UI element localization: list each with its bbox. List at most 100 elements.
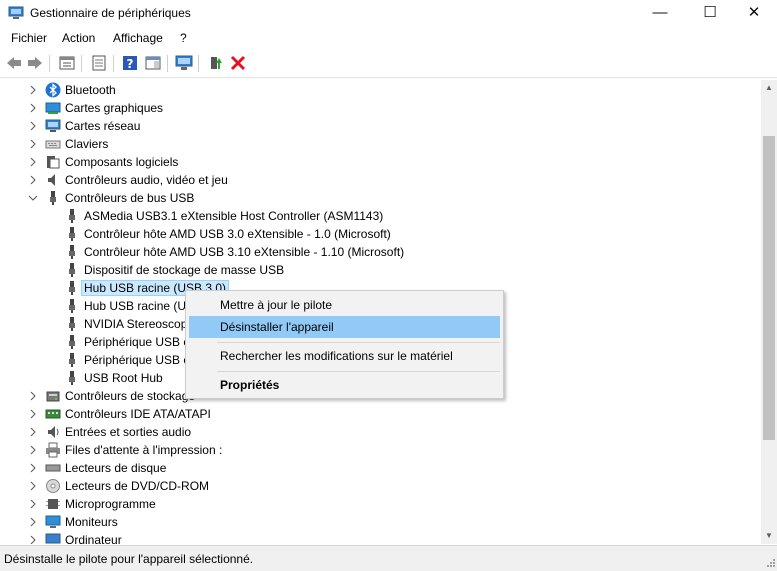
device-label: Contrôleurs audio, vidéo et jeu <box>65 173 228 187</box>
chevron-right-icon[interactable] <box>28 157 38 167</box>
chevron-right-icon[interactable] <box>28 139 38 149</box>
minimize-button[interactable]: — <box>637 0 683 27</box>
device-label: Claviers <box>65 137 109 151</box>
device-category[interactable]: Composants logiciels <box>1 153 761 171</box>
device-label: Composants logiciels <box>65 155 179 169</box>
usb-icon <box>64 226 80 242</box>
status-bar: Désinstalle le pilote pour l'appareil sé… <box>0 545 777 571</box>
speaker-icon <box>45 424 61 440</box>
vertical-scrollbar[interactable]: ▲ ▼ <box>761 80 777 544</box>
device-category[interactable]: Bluetooth <box>1 81 761 99</box>
device-item[interactable]: Dispositif de stockage de masse USB <box>1 261 761 279</box>
device-label: Entrées et sorties audio <box>65 425 192 439</box>
menu-affichage[interactable]: Affichage <box>113 31 163 45</box>
chevron-right-icon[interactable] <box>28 535 38 544</box>
printer-icon <box>45 442 61 458</box>
device-category[interactable]: Lecteurs de DVD/CD-ROM <box>1 477 761 495</box>
device-category[interactable]: Microprogramme <box>1 495 761 513</box>
usb-icon <box>64 280 80 296</box>
network-adapter-icon <box>45 118 61 134</box>
chevron-right-icon[interactable] <box>28 391 38 401</box>
resize-grip-icon[interactable] <box>765 559 775 569</box>
context-menu: Mettre à jour le pilote Désinstaller l'a… <box>185 290 504 399</box>
chevron-right-icon[interactable] <box>28 85 38 95</box>
device-category[interactable]: Entrées et sorties audio <box>1 423 761 441</box>
chevron-right-icon[interactable] <box>28 499 38 509</box>
context-item-scan-hardware[interactable]: Rechercher les modifications sur le maté… <box>189 345 500 367</box>
context-item-uninstall-device[interactable]: Désinstaller l'appareil <box>189 316 500 338</box>
device-manager-icon <box>8 6 24 19</box>
device-label: Hub USB racine (US <box>84 299 195 313</box>
context-item-properties[interactable]: Propriétés <box>189 374 500 396</box>
scan-hardware-icon[interactable] <box>175 54 193 72</box>
device-category[interactable]: Ordinateur <box>1 531 761 544</box>
device-category[interactable]: Cartes réseau <box>1 117 761 135</box>
usb-icon <box>64 244 80 260</box>
view-icon[interactable] <box>90 54 108 72</box>
device-label: Microprogramme <box>65 497 156 511</box>
back-icon[interactable] <box>5 54 23 72</box>
chevron-right-icon[interactable] <box>28 463 38 473</box>
device-label: USB Root Hub <box>84 371 163 385</box>
chevron-right-icon[interactable] <box>28 427 38 437</box>
device-category[interactable]: Moniteurs <box>1 513 761 531</box>
toolbar-separator <box>81 55 82 72</box>
chevron-right-icon[interactable] <box>28 121 38 131</box>
toolbar: ? <box>0 50 777 78</box>
scroll-up-arrow-icon[interactable]: ▲ <box>761 80 777 96</box>
device-label: Contrôleurs de bus USB <box>65 191 195 205</box>
help-icon[interactable]: ? <box>121 54 139 72</box>
device-label: Contrôleurs de stockage <box>65 389 196 403</box>
menu-help[interactable]: ? <box>180 31 187 45</box>
device-label: Files d'attente à l'impression : <box>65 443 223 457</box>
device-label: Ordinateur <box>65 533 122 544</box>
chevron-right-icon[interactable] <box>28 103 38 113</box>
forward-icon[interactable] <box>26 54 44 72</box>
maximize-button[interactable]: ☐ <box>687 0 733 27</box>
context-item-update-driver[interactable]: Mettre à jour le pilote <box>189 294 500 316</box>
usb-icon <box>64 316 80 332</box>
device-category[interactable]: Contrôleurs de bus USB <box>1 189 761 207</box>
device-category[interactable]: Cartes graphiques <box>1 99 761 117</box>
update-driver-icon[interactable] <box>206 54 224 72</box>
chevron-right-icon[interactable] <box>28 175 38 185</box>
bluetooth-icon <box>45 82 61 98</box>
chevron-right-icon[interactable] <box>28 445 38 455</box>
context-item-label: Mettre à jour le pilote <box>220 298 333 312</box>
menu-fichier[interactable]: Fichier <box>11 31 47 45</box>
title-bar: Gestionnaire de périphériques — ☐ ✕ <box>0 0 777 27</box>
window-title: Gestionnaire de périphériques <box>30 6 191 20</box>
device-category[interactable]: Files d'attente à l'impression : <box>1 441 761 459</box>
scroll-thumb[interactable] <box>763 136 775 440</box>
device-category[interactable]: Contrôleurs IDE ATA/ATAPI <box>1 405 761 423</box>
context-item-label: Rechercher les modifications sur le maté… <box>220 349 453 363</box>
uninstall-icon[interactable] <box>229 54 247 72</box>
chevron-right-icon[interactable] <box>28 409 38 419</box>
monitor-icon <box>45 514 61 530</box>
device-label: Contrôleurs IDE ATA/ATAPI <box>65 407 211 421</box>
usb-icon <box>64 334 80 350</box>
device-category[interactable]: Lecteurs de disque <box>1 459 761 477</box>
menu-action[interactable]: Action <box>62 31 95 45</box>
device-category[interactable]: Contrôleurs audio, vidéo et jeu <box>1 171 761 189</box>
chevron-right-icon[interactable] <box>28 517 38 527</box>
device-label: Dispositif de stockage de masse USB <box>84 263 285 277</box>
context-item-label: Désinstaller l'appareil <box>220 320 334 334</box>
context-separator <box>217 371 500 372</box>
scroll-down-arrow-icon[interactable]: ▼ <box>761 528 777 544</box>
software-component-icon <box>45 154 61 170</box>
device-category[interactable]: Claviers <box>1 135 761 153</box>
device-item[interactable]: ASMedia USB3.1 eXtensible Host Controlle… <box>1 207 761 225</box>
device-item[interactable]: Contrôleur hôte AMD USB 3.0 eXtensible -… <box>1 225 761 243</box>
disk-drive-icon <box>45 460 61 476</box>
chevron-right-icon[interactable] <box>28 481 38 491</box>
device-label: Lecteurs de disque <box>65 461 167 475</box>
action-pane-icon[interactable] <box>144 54 162 72</box>
chevron-down-icon[interactable] <box>28 193 38 203</box>
close-button[interactable]: ✕ <box>731 0 777 27</box>
device-label: Contrôleur hôte AMD USB 3.0 eXtensible -… <box>84 227 391 241</box>
display-adapter-icon <box>45 100 61 116</box>
device-item[interactable]: Contrôleur hôte AMD USB 3.10 eXtensible … <box>1 243 761 261</box>
properties-icon[interactable] <box>58 54 76 72</box>
device-label: Bluetooth <box>65 83 116 97</box>
